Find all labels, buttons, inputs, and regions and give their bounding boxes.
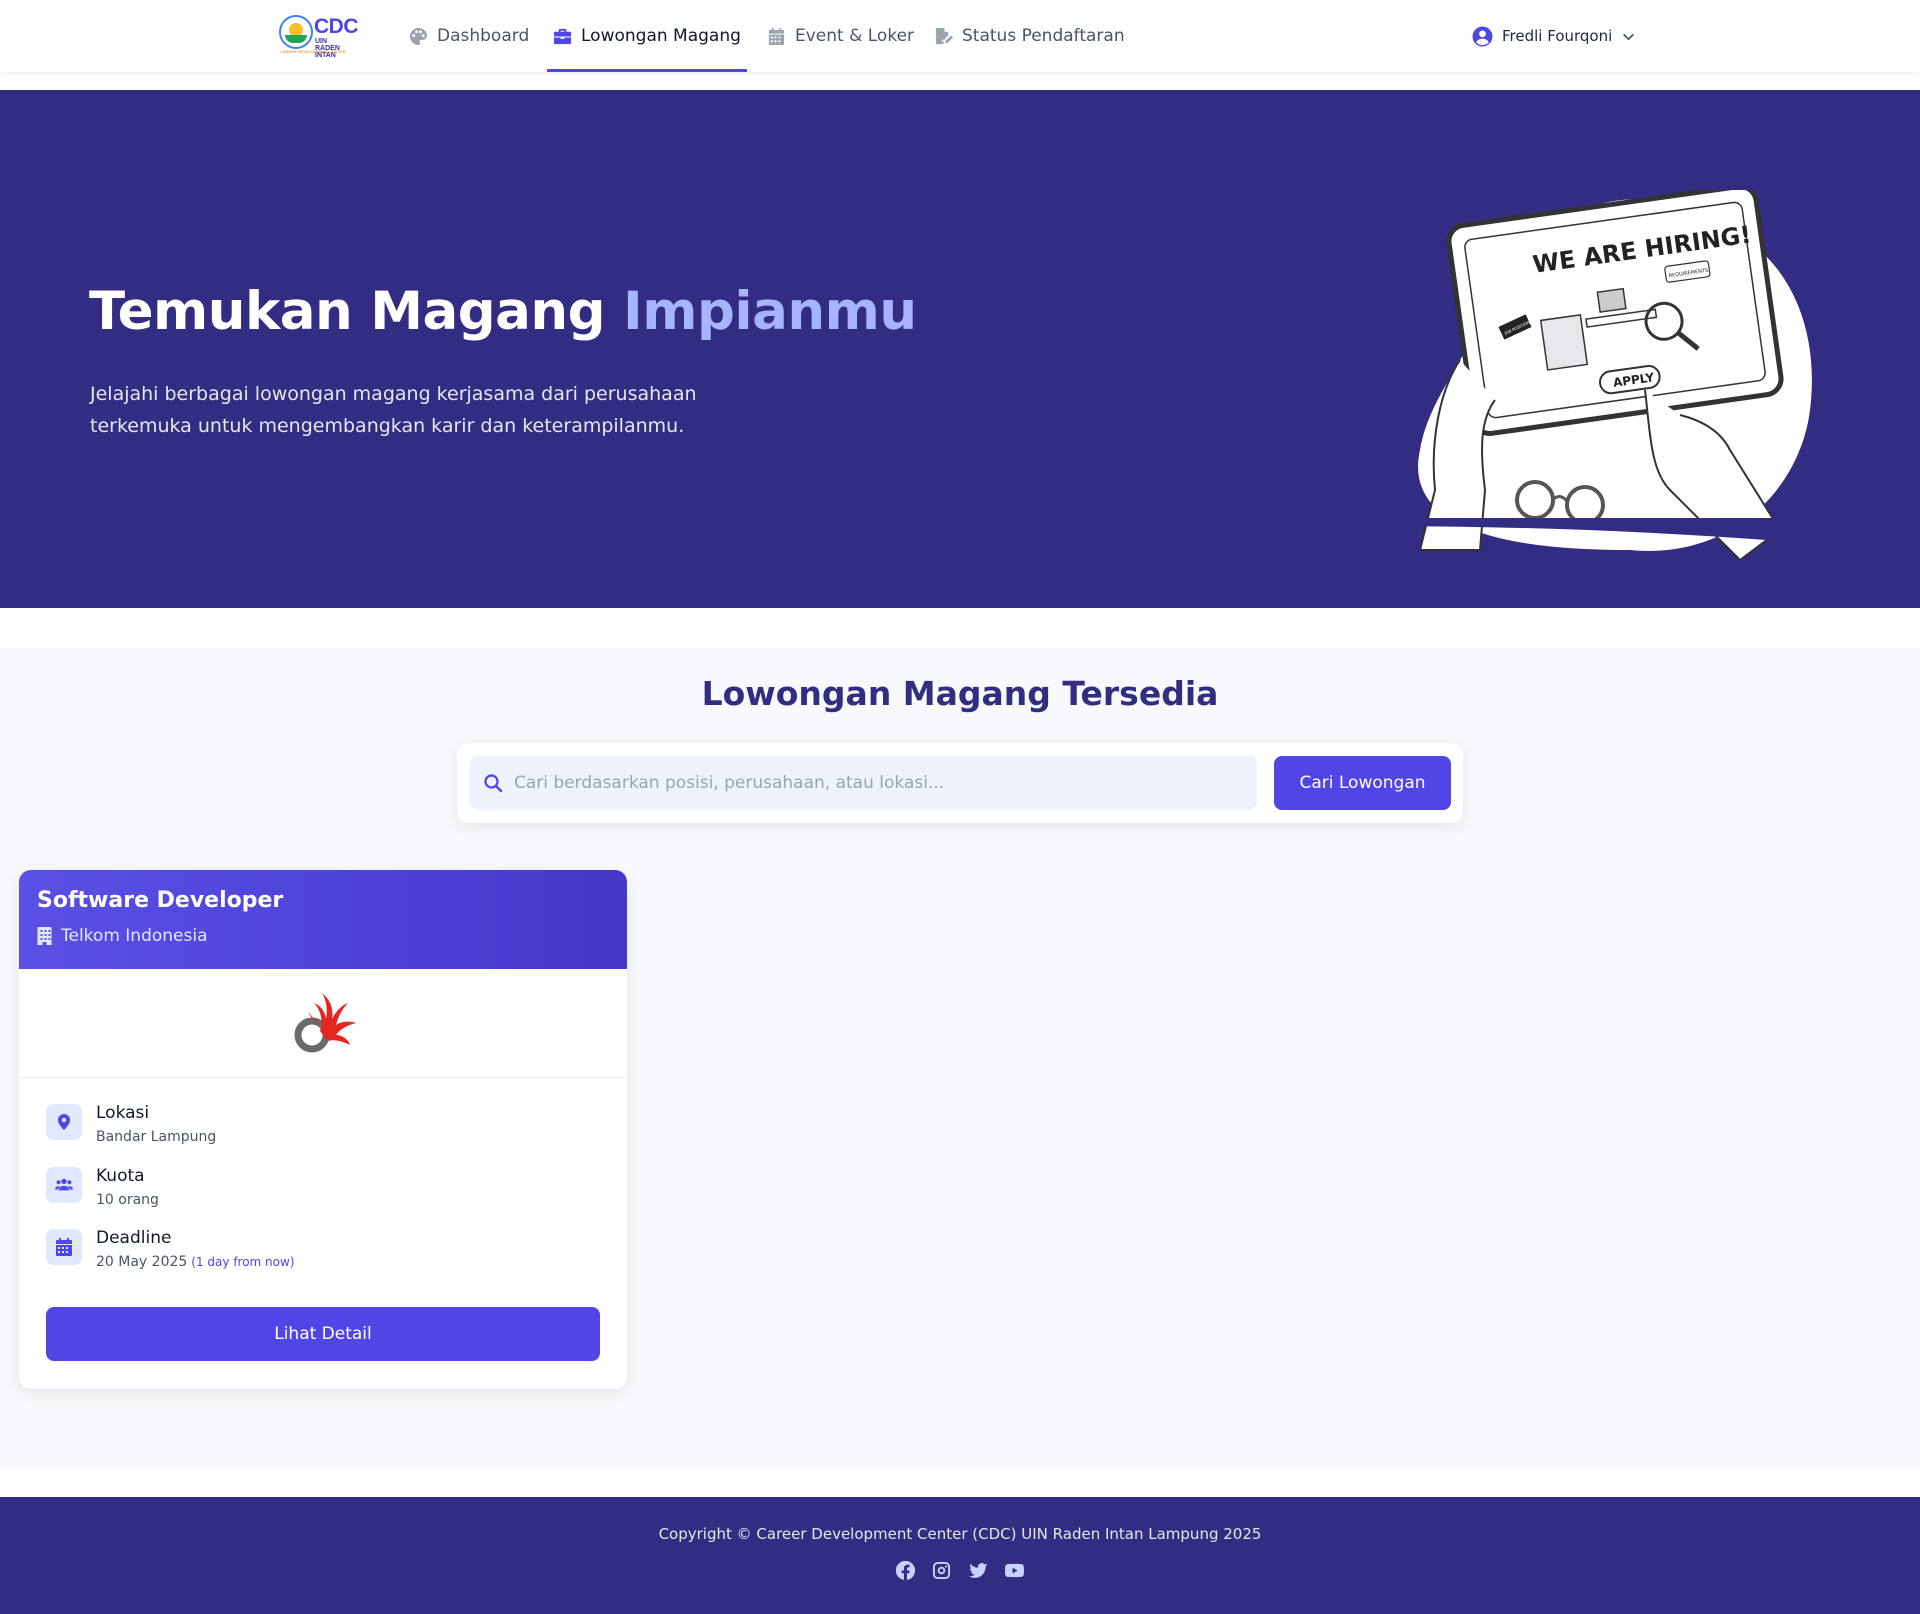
nav-item-status-pendaftaran[interactable]: Status Pendaftaran — [934, 0, 1125, 72]
job-location-row: Lokasi Bandar Lampung — [46, 1103, 606, 1151]
briefcase-icon — [553, 28, 572, 44]
telkom-logo-icon — [294, 993, 356, 1053]
nav-item-dashboard[interactable]: Dashboard — [409, 0, 529, 72]
youtube-icon[interactable] — [1004, 1560, 1025, 1581]
section-title: Lowongan Magang Tersedia — [701, 674, 1219, 713]
instagram-icon[interactable] — [931, 1560, 952, 1581]
active-tab-indicator — [547, 69, 747, 72]
logo-abbreviation: CDC — [314, 15, 359, 38]
chevron-down-icon — [1623, 33, 1635, 40]
calendar-icon — [46, 1229, 82, 1265]
search-button[interactable]: Cari Lowongan — [1274, 756, 1451, 810]
hero-title: Temukan Magang Impianmu — [89, 282, 917, 342]
quota-label: Kuota — [96, 1166, 145, 1186]
hero-title-main: Temukan Magang — [89, 281, 606, 342]
uin-emblem-icon — [279, 15, 313, 49]
deadline-value: 20 May 2025 (1 day from now) — [96, 1254, 295, 1270]
search-icon — [484, 774, 503, 793]
logo-subtitle: UIN RADEN INTAN — [315, 38, 361, 59]
hiring-tablet-illustration: WE ARE HIRING! REQUIREMENTS JOB POSITION… — [1418, 190, 1812, 560]
deadline-date: 20 May 2025 — [96, 1254, 188, 1270]
search-field — [470, 756, 1257, 810]
footer-copyright: Copyright © Career Development Center (C… — [658, 1525, 1262, 1543]
deadline-label: Deadline — [96, 1228, 172, 1248]
job-title: Software Developer — [37, 888, 284, 913]
calendar-icon — [768, 27, 785, 45]
nav-item-event-loker[interactable]: Event & Loker — [767, 0, 914, 72]
logo-tagline: CAREER DEVELOPMENT CENTER — [280, 50, 346, 54]
search-input[interactable] — [514, 756, 1244, 810]
nav-item-lowongan-magang[interactable]: Lowongan Magang — [547, 0, 747, 72]
view-detail-button[interactable]: Lihat Detail — [46, 1307, 600, 1361]
search-bar: Cari Lowongan — [457, 743, 1463, 823]
company-logo-area — [19, 969, 627, 1078]
user-circle-icon — [1472, 26, 1493, 46]
job-card: Software Developer Telkom Indonesia Loka… — [19, 870, 627, 1389]
location-label: Lokasi — [96, 1103, 150, 1123]
nav-label-dashboard: Dashboard — [437, 26, 530, 46]
deadline-relative: (1 day from now) — [191, 1255, 295, 1269]
job-deadline-row: Deadline 20 May 2025 (1 day from now) — [46, 1228, 606, 1276]
twitter-icon[interactable] — [968, 1560, 989, 1581]
location-pin-icon — [46, 1104, 82, 1140]
top-navbar: CDC UIN RADEN INTAN CAREER DEVELOPMENT C… — [0, 0, 1920, 72]
user-name: Fredli Fourqoni — [1502, 27, 1613, 45]
logo-subtitle-line-1: UIN — [315, 38, 328, 45]
nav-label-lowongan-magang: Lowongan Magang — [581, 26, 741, 46]
job-company: Telkom Indonesia — [37, 926, 208, 946]
users-icon — [46, 1167, 82, 1203]
user-menu[interactable]: Fredli Fourqoni — [1472, 0, 1635, 72]
footer: Copyright © Career Development Center (C… — [0, 1497, 1920, 1614]
facebook-icon[interactable] — [895, 1560, 916, 1581]
nav-label-event-loker: Event & Loker — [795, 26, 915, 46]
job-company-name: Telkom Indonesia — [61, 926, 208, 946]
cdc-logo[interactable]: CDC UIN RADEN INTAN CAREER DEVELOPMENT C… — [279, 15, 361, 59]
palette-icon — [409, 27, 428, 45]
nav-label-status-pendaftaran: Status Pendaftaran — [962, 26, 1125, 46]
quota-value: 10 orang — [96, 1192, 159, 1208]
job-card-header: Software Developer Telkom Indonesia — [19, 870, 627, 969]
building-icon — [37, 927, 52, 945]
social-links — [895, 1560, 1025, 1582]
file-signature-icon — [935, 27, 953, 44]
location-value: Bandar Lampung — [96, 1129, 217, 1145]
job-quota-row: Kuota 10 orang — [46, 1166, 606, 1214]
hero-wave-divider — [0, 518, 1920, 556]
hero-description: Jelajahi berbagai lowongan magang kerjas… — [90, 383, 697, 437]
hero-title-highlight: Impianmu — [623, 281, 917, 342]
